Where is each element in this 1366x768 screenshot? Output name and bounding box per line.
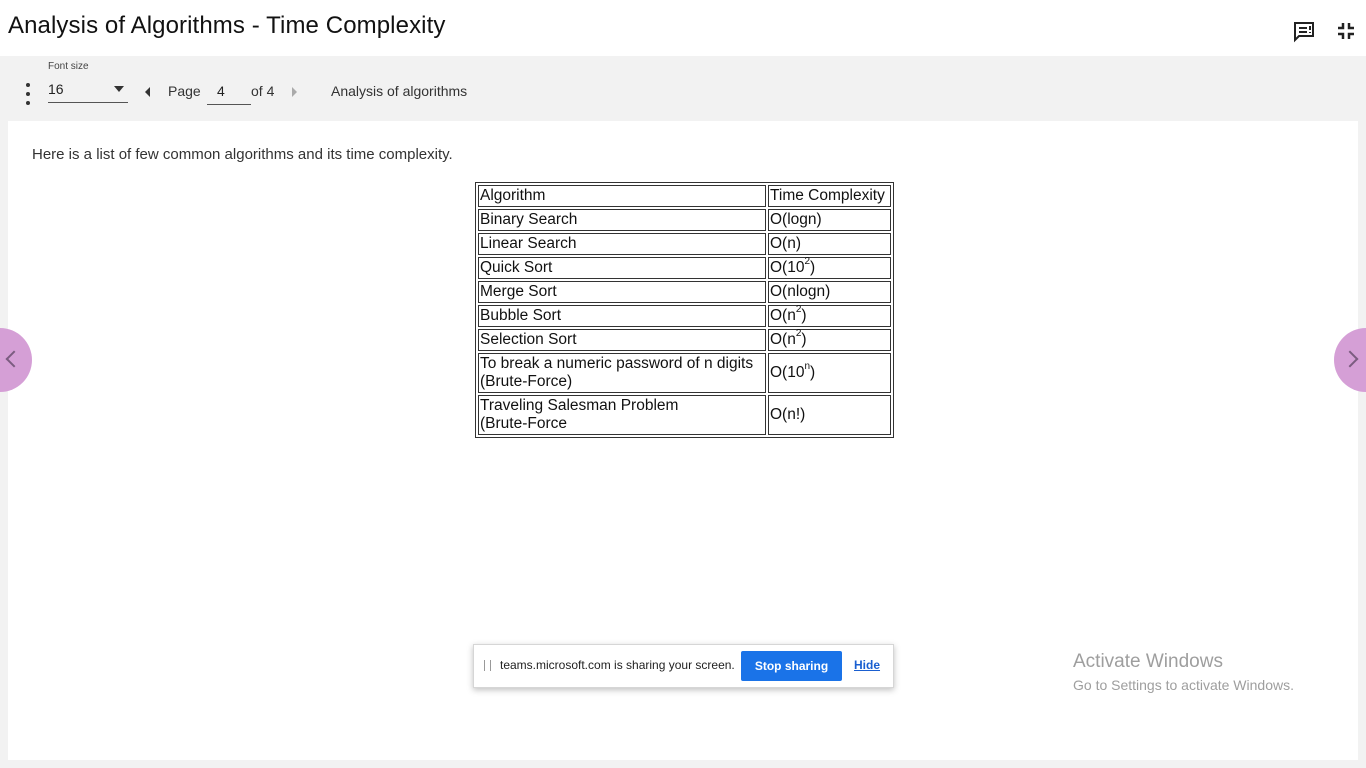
page-number-value: 4: [217, 83, 225, 99]
table-row: Binary Search O(logn): [478, 209, 891, 231]
complexity-cell: O(n): [768, 233, 891, 255]
algorithm-cell: Selection Sort: [478, 329, 766, 351]
page-label: Page: [168, 83, 201, 99]
complexity-cell: O(n2): [768, 303, 891, 327]
exit-fullscreen-icon-svg: [1338, 23, 1354, 39]
complexity-cell: O(102): [768, 255, 891, 279]
algorithm-name: Quick Sort: [480, 259, 553, 276]
page-total: of 4: [251, 83, 275, 99]
complexity-exponent: 2: [795, 327, 802, 339]
exit-fullscreen-icon[interactable]: [1332, 17, 1360, 45]
title-bar: Analysis of Algorithms - Time Complexity: [0, 0, 1366, 56]
watermark-subtitle: Go to Settings to activate Windows.: [1073, 677, 1294, 693]
watermark-title: Activate Windows: [1073, 651, 1223, 672]
table-row: Selection Sort O(n2): [478, 327, 891, 351]
algorithm-cell: Merge Sort: [478, 281, 766, 303]
complexity-value: O(logn): [770, 211, 822, 228]
page-number-input[interactable]: 4: [207, 80, 251, 105]
stop-sharing-button[interactable]: Stop sharing: [741, 651, 842, 681]
algorithm-cell: To break a numeric password of n digits(…: [478, 353, 766, 393]
activate-windows-watermark: Activate Windows Go to Settings to activ…: [1073, 651, 1294, 693]
chevron-down-icon: [114, 86, 124, 92]
complexity-value: O(nlogn): [770, 283, 831, 300]
algorithm-name: Binary Search: [480, 211, 578, 228]
algorithm-cell: Bubble Sort: [478, 305, 766, 327]
feedback-icon[interactable]: [1290, 17, 1318, 45]
font-size-value: 16: [48, 81, 64, 97]
algorithm-name: Selection Sort: [480, 331, 577, 348]
hide-link[interactable]: Hide: [854, 658, 880, 672]
algorithm-name: Linear Search: [480, 235, 577, 252]
complexity-cell: O(10n): [768, 353, 891, 393]
more-vert-icon[interactable]: [18, 83, 38, 105]
screen-sharing-bar: teams.microsoft.com is sharing your scre…: [473, 644, 894, 688]
table-row: Linear Search O(n): [478, 233, 891, 255]
feedback-icon-svg: [1294, 22, 1314, 43]
algorithm-name-line2: (Brute-Force): [480, 373, 573, 390]
sharing-message: teams.microsoft.com is sharing your scre…: [500, 658, 735, 672]
complexity-cell: O(n!): [768, 395, 891, 435]
header-time-complexity: Time Complexity: [768, 185, 891, 207]
complexity-table: Algorithm Time Complexity Binary Search O…: [475, 182, 894, 438]
complexity-suffix: ): [801, 307, 807, 324]
header-algorithm: Algorithm: [478, 185, 766, 207]
chevron-left-icon: [5, 350, 23, 368]
table-row: Merge Sort O(nlogn): [478, 281, 891, 303]
table-row: Bubble Sort O(n2): [478, 303, 891, 327]
section-name: Analysis of algorithms: [331, 83, 468, 99]
algorithm-cell: Quick Sort: [478, 257, 766, 279]
complexity-value: O(10: [770, 259, 805, 276]
intro-text: Here is a list of few common algorithms …: [32, 146, 453, 163]
complexity-suffix: ): [810, 259, 816, 276]
complexity-exponent: 2: [795, 303, 802, 315]
drag-handle-icon[interactable]: [484, 660, 491, 671]
algorithm-name: Merge Sort: [480, 283, 557, 300]
complexity-suffix: ): [801, 331, 807, 348]
complexity-cell: O(n2): [768, 327, 891, 351]
font-size-label: Font size: [48, 61, 89, 72]
previous-page-icon[interactable]: [142, 85, 154, 99]
table-row: To break a numeric password of n digits(…: [478, 353, 891, 393]
page-title: Analysis of Algorithms - Time Complexity: [8, 12, 446, 39]
complexity-value: O(n): [770, 235, 801, 252]
algorithm-cell: Binary Search: [478, 209, 766, 231]
reader-toolbar: [0, 56, 1366, 120]
complexity-exponent: n: [804, 360, 811, 372]
algorithm-name: Bubble Sort: [480, 307, 561, 324]
complexity-value: O(n: [770, 307, 796, 324]
complexity-exponent: 2: [804, 255, 811, 267]
algorithm-cell: Linear Search: [478, 233, 766, 255]
table-row: Quick Sort O(102): [478, 255, 891, 279]
chevron-right-icon: [1341, 350, 1359, 368]
algorithm-cell: Traveling Salesman Problem (Brute-Force: [478, 395, 766, 435]
algorithm-name: To break a numeric password of n digits: [480, 355, 754, 372]
algorithm-name-line2: (Brute-Force: [480, 415, 567, 432]
font-size-select[interactable]: 16: [48, 78, 128, 103]
table-header-row: Algorithm Time Complexity: [478, 185, 891, 207]
complexity-value: O(n!): [770, 406, 806, 423]
complexity-cell: O(nlogn): [768, 281, 891, 303]
algorithm-name: Traveling Salesman Problem: [480, 397, 679, 414]
table-row: Traveling Salesman Problem (Brute-Force O(…: [478, 395, 891, 435]
complexity-value: O(10: [770, 364, 805, 381]
complexity-suffix: ): [810, 364, 816, 381]
next-page-icon[interactable]: [289, 85, 301, 99]
complexity-cell: O(logn): [768, 209, 891, 231]
complexity-value: O(n: [770, 331, 796, 348]
